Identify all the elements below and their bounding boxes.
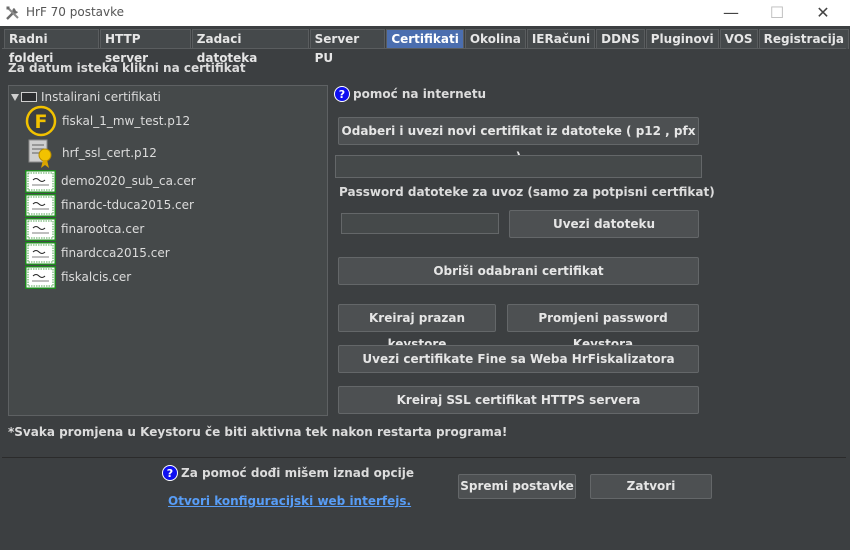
web-interface-link[interactable]: Otvori konfiguracijski web interfejs. bbox=[168, 494, 411, 508]
tree-item-ssl-p12[interactable]: hrf_ssl_cert.p12 bbox=[25, 139, 157, 168]
import-new-certificate-button[interactable]: Odaberi i uvezi novi certifikat iz datot… bbox=[338, 117, 699, 164]
cert-icon bbox=[25, 217, 56, 241]
tree-item-label: finardcca2015.cer bbox=[61, 246, 170, 260]
tree-item-demo2020[interactable]: demo2020_sub_ca.cer bbox=[25, 169, 196, 193]
tree-item-label: fiskal_1_mw_test.p12 bbox=[62, 114, 191, 128]
expand-arrow-icon[interactable] bbox=[11, 93, 19, 101]
delete-certificate-button[interactable]: Obriši odabrani certifikat bbox=[338, 257, 699, 285]
tab-ieracuni[interactable]: IERačuni bbox=[526, 29, 596, 49]
tab-ddns[interactable]: DDNS bbox=[596, 29, 645, 49]
tree-item-label: demo2020_sub_ca.cer bbox=[61, 174, 196, 188]
tab-zadaci-datoteka[interactable]: Zadaci datoteka bbox=[191, 29, 309, 65]
certificate-tree[interactable]: Instalirani certifikati F fiskal_1_mw_te… bbox=[8, 85, 328, 416]
tree-item-label: fiskalcis.cer bbox=[61, 270, 132, 284]
tab-divider bbox=[2, 48, 846, 49]
tab-bar: Radni folderi HTTP server Zadaci datotek… bbox=[4, 29, 850, 65]
close-window-button[interactable]: ✕ bbox=[800, 0, 846, 26]
maximize-button[interactable]: ☐ bbox=[754, 0, 800, 26]
tab-registracija[interactable]: Registracija bbox=[758, 29, 849, 49]
tree-item-fiskal-p12[interactable]: F fiskal_1_mw_test.p12 bbox=[25, 105, 191, 137]
import-fina-certificates-button[interactable]: Uvezi certifikate Fine sa Weba HrFiskali… bbox=[338, 345, 699, 373]
tree-item-finardc-tduca[interactable]: finardc-tduca2015.cer bbox=[25, 193, 194, 217]
tree-item-label: finardc-tduca2015.cer bbox=[61, 198, 194, 212]
help-link-label: pomoć na internetu bbox=[353, 87, 487, 101]
close-button[interactable]: Zatvori bbox=[590, 474, 712, 499]
restart-note: *Svaka promjena u Keystoru če biti aktiv… bbox=[8, 425, 508, 439]
svg-text:F: F bbox=[35, 111, 48, 133]
password-label: Password datoteke za uvoz (samo za potpi… bbox=[339, 185, 715, 199]
folder-icon bbox=[21, 92, 37, 102]
fiscal-cert-icon: F bbox=[25, 105, 57, 137]
change-keystore-password-button[interactable]: Promjeni password Keystora bbox=[507, 304, 699, 351]
tab-certifikati[interactable]: Certifikati bbox=[386, 29, 464, 49]
footer-divider bbox=[2, 457, 846, 458]
bottom-help-label: Za pomoć dođi mišem iznad opcije bbox=[181, 466, 414, 480]
create-keystore-button[interactable]: Kreiraj prazan keystore bbox=[338, 304, 496, 351]
tree-root[interactable]: Instalirani certifikati bbox=[10, 89, 161, 105]
bottom-help: ? Za pomoć dođi mišem iznad opcije bbox=[162, 465, 414, 481]
password-input[interactable] bbox=[341, 213, 499, 234]
minimize-button[interactable]: — bbox=[708, 0, 754, 26]
tree-item-fiskalcis[interactable]: fiskalcis.cer bbox=[25, 265, 131, 289]
window-title: HrF 70 postavke bbox=[26, 5, 125, 19]
help-icon: ? bbox=[334, 86, 350, 102]
save-settings-button[interactable]: Spremi postavke bbox=[458, 474, 576, 499]
tree-item-finarootca[interactable]: finarootca.cer bbox=[25, 217, 144, 241]
tab-pluginovi[interactable]: Pluginovi bbox=[645, 29, 719, 49]
tab-http-server[interactable]: HTTP server bbox=[100, 29, 191, 65]
key-cert-icon bbox=[28, 139, 52, 168]
title-bar: HrF 70 postavke — ☐ ✕ bbox=[0, 0, 850, 26]
tree-item-label: hrf_ssl_cert.p12 bbox=[62, 146, 157, 160]
help-icon: ? bbox=[162, 465, 178, 481]
create-ssl-certificate-button[interactable]: Kreiraj SSL certifikat HTTPS servera bbox=[338, 386, 699, 414]
tab-server-pu[interactable]: Server PU bbox=[309, 29, 386, 65]
cert-icon bbox=[25, 193, 56, 217]
tree-root-label: Instalirani certifikati bbox=[41, 90, 161, 104]
tab-radni-folderi[interactable]: Radni folderi bbox=[4, 29, 100, 65]
file-path-field[interactable] bbox=[335, 155, 702, 178]
tab-okolina[interactable]: Okolina bbox=[464, 29, 526, 49]
cert-icon bbox=[25, 241, 56, 265]
import-file-button[interactable]: Uvezi datoteku bbox=[509, 210, 699, 238]
cert-icon bbox=[25, 169, 56, 193]
tree-item-label: finarootca.cer bbox=[61, 222, 145, 236]
help-link[interactable]: ? pomoć na internetu bbox=[334, 86, 486, 102]
tools-icon bbox=[6, 6, 19, 20]
tree-item-finardcca[interactable]: finardcca2015.cer bbox=[25, 241, 170, 265]
tab-vos[interactable]: VOS bbox=[719, 29, 758, 49]
expiry-hint: Za datum isteka klikni na certifikat bbox=[8, 61, 246, 75]
cert-icon bbox=[25, 265, 56, 289]
